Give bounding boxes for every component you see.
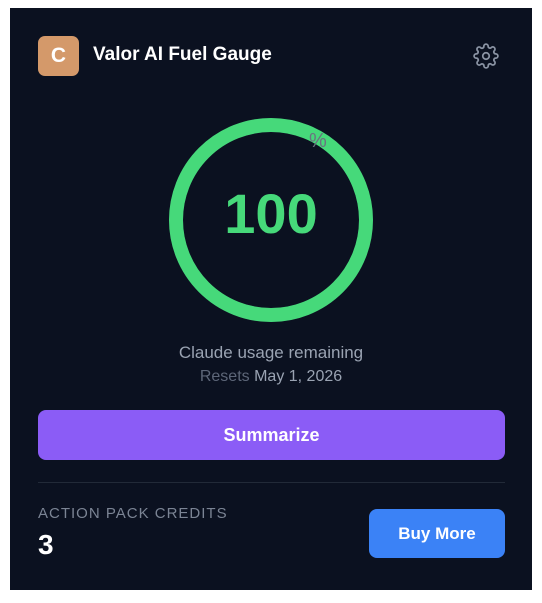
buy-more-button[interactable]: Buy More [369, 509, 505, 558]
gear-icon [473, 43, 499, 69]
credits-value: 3 [38, 529, 54, 560]
avatar: C [38, 36, 79, 76]
usage-gauge: 100 % [167, 116, 375, 324]
resets-date: May 1, 2026 [254, 368, 343, 385]
usage-caption: Claude usage remaining [178, 343, 364, 362]
gauge-value: 100 [224, 182, 318, 245]
app-title: Valor AI Fuel Gauge [93, 44, 272, 65]
resets-label: Resets [199, 368, 250, 385]
fuel-gauge-card: C Valor AI Fuel Gauge 100 % Claude usage… [10, 8, 532, 590]
settings-button[interactable] [472, 42, 500, 70]
summarize-button[interactable]: Summarize [38, 410, 505, 460]
credits-label: ACTION PACK CREDITS [38, 505, 228, 522]
gauge-unit: % [309, 130, 327, 152]
divider [38, 482, 505, 483]
reset-info: Resets May 1, 2026 [10, 368, 532, 386]
header: C Valor AI Fuel Gauge [38, 36, 504, 76]
